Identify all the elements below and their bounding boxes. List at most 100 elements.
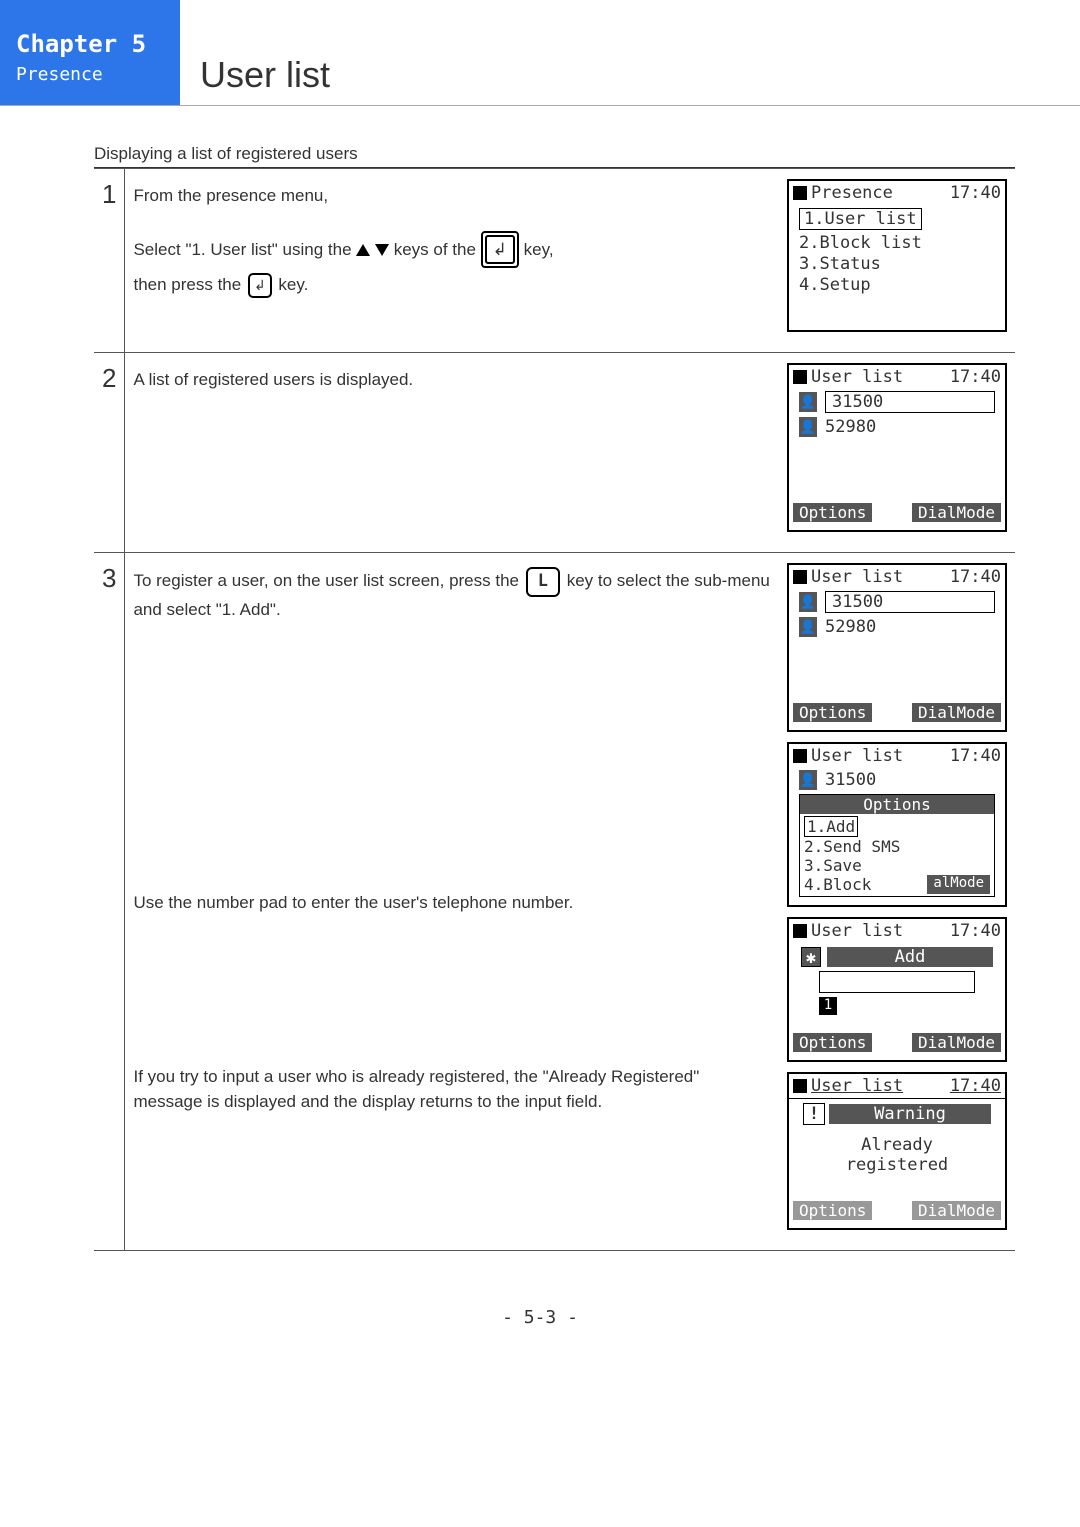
user-entry: 52980 [825, 617, 876, 637]
chapter-block: Chapter 5 Presence [0, 18, 180, 105]
text: Select "1. User list" using the [133, 240, 356, 259]
screen-time: 17:40 [950, 183, 1001, 203]
add-header: Add [827, 947, 993, 967]
step-text: To register a user, on the user list scr… [125, 553, 779, 1251]
options-softkey: Options [793, 503, 872, 522]
screen-title: User list [811, 367, 903, 387]
chapter-number: Chapter 5 [16, 30, 164, 58]
popup-item: 3.Save [804, 856, 990, 875]
step1-line2: Select "1. User list" using the keys of … [133, 231, 771, 269]
page-number: - 5-3 - [0, 1307, 1080, 1328]
screen-time: 17:40 [950, 1076, 1001, 1096]
phone-screenshot-col: Presence 17:40 1.User list 2.Block list … [779, 169, 1015, 353]
menu-item: 4.Setup [799, 275, 995, 295]
popup-item-selected: 1.Add [804, 816, 858, 837]
user-icon: 👤 [799, 617, 817, 637]
user-entry: 31500 [825, 770, 876, 790]
step-number: 1 [94, 169, 125, 353]
user-entry: 31500 [825, 391, 995, 413]
page-header: Chapter 5 Presence User list [0, 18, 1080, 106]
options-popup: Options 1.Add 2.Send SMS 3.Save 4.Block a… [799, 794, 995, 897]
menu-item-selected: 1.User list [799, 208, 922, 230]
text: key, [524, 240, 554, 259]
options-softkey-dimmed: Options [793, 1201, 872, 1220]
nav-key-icon: ↲ [481, 231, 519, 269]
text: keys of the [394, 240, 481, 259]
screen-time: 17:40 [950, 921, 1001, 941]
phone-screen-presence: Presence 17:40 1.User list 2.Block list … [787, 179, 1007, 332]
step-row: 2 A list of registered users is displaye… [94, 353, 1015, 553]
popup-item: 4.Block [804, 875, 871, 894]
user-icon: 👤 [799, 392, 817, 412]
options-softkey: Options [793, 1033, 872, 1052]
screen-title: User list [811, 1076, 903, 1096]
warning-icon: ! [803, 1103, 825, 1125]
user-icon: 👤 [799, 417, 817, 437]
dialmode-softkey: DialMode [912, 1033, 1001, 1052]
step-row: 1 From the presence menu, Select "1. Use… [94, 169, 1015, 353]
screen-title: User list [811, 921, 903, 941]
popup-header: Options [800, 795, 994, 814]
screen-time: 17:40 [950, 367, 1001, 387]
square-icon [793, 924, 807, 938]
add-icon: ✱ [801, 947, 821, 967]
phone-screen-warning: User list 17:40 ! Warning Already regist… [787, 1072, 1007, 1230]
text: key. [278, 275, 308, 294]
phone-screen-add: User list 17:40 ✱ Add 1 Options DialMode [787, 917, 1007, 1062]
step-text: From the presence menu, Select "1. User … [125, 169, 779, 353]
subtitle: Displaying a list of registered users [94, 144, 1015, 168]
user-icon: 👤 [799, 770, 817, 790]
square-icon [793, 749, 807, 763]
enter-icon: ↲ [485, 235, 515, 265]
step-number: 3 [94, 553, 125, 1251]
up-arrow-icon [356, 244, 370, 256]
square-icon [793, 570, 807, 584]
phone-input-field [819, 971, 975, 993]
blue-top-bar [0, 0, 180, 18]
chapter-section: Presence [16, 64, 164, 85]
step3-part1: To register a user, on the user list scr… [133, 567, 771, 622]
page-title: User list [180, 18, 1080, 105]
step1-line3: then press the ↲ key. [133, 272, 771, 298]
step2-text: A list of registered users is displayed. [133, 367, 771, 393]
screen-time: 17:40 [950, 746, 1001, 766]
user-entry: 52980 [825, 417, 876, 437]
step-text: A list of registered users is displayed. [125, 353, 779, 553]
enter-key-icon: ↲ [248, 273, 272, 298]
warning-msg-2: registered [789, 1155, 1005, 1175]
square-icon [793, 186, 807, 200]
screen-title: Presence [811, 183, 893, 203]
menu-item: 2.Block list [799, 233, 995, 253]
step-table: 1 From the presence menu, Select "1. Use… [94, 168, 1015, 1251]
options-softkey: Options [793, 703, 872, 722]
L-key-icon: L [526, 567, 560, 597]
step3-part2: Use the number pad to enter the user's t… [133, 890, 771, 916]
step3-part3: If you try to input a user who is alread… [133, 1064, 771, 1115]
menu-item: 3.Status [799, 254, 995, 274]
screen-title: User list [811, 567, 903, 587]
text: then press the [133, 275, 245, 294]
step1-line1: From the presence menu, [133, 183, 771, 209]
text: To register a user, on the user list scr… [133, 571, 523, 590]
step-row: 3 To register a user, on the user list s… [94, 553, 1015, 1251]
dialmode-softkey: DialMode [912, 703, 1001, 722]
phone-screen-userlist: User list 17:40 👤 31500 👤 52980 Options Di… [787, 363, 1007, 532]
phone-screenshot-col: User list 17:40 👤 31500 👤 52980 Options Di… [779, 353, 1015, 553]
square-icon [793, 370, 807, 384]
screen-title: User list [811, 746, 903, 766]
phone-screen-options-menu: User list 17:40 👤 31500 Options 1.Add 2.S… [787, 742, 1007, 907]
down-arrow-icon [375, 244, 389, 256]
mode-fragment: alMode [927, 875, 990, 894]
dialmode-softkey-dimmed: DialMode [912, 1201, 1001, 1220]
warning-header: Warning [829, 1104, 991, 1124]
phone-screenshot-col: User list 17:40 👤 31500 👤 52980 Options Di… [779, 553, 1015, 1251]
user-entry: 31500 [825, 591, 995, 613]
step-number: 2 [94, 353, 125, 553]
popup-item: 2.Send SMS [804, 837, 990, 856]
warning-msg-1: Already [789, 1135, 1005, 1155]
dialmode-softkey: DialMode [912, 503, 1001, 522]
cursor-indicator: 1 [819, 997, 837, 1015]
square-icon [793, 1079, 807, 1093]
phone-screen-userlist-2: User list 17:40 👤31500 👤52980 Options Di… [787, 563, 1007, 732]
screen-time: 17:40 [950, 567, 1001, 587]
